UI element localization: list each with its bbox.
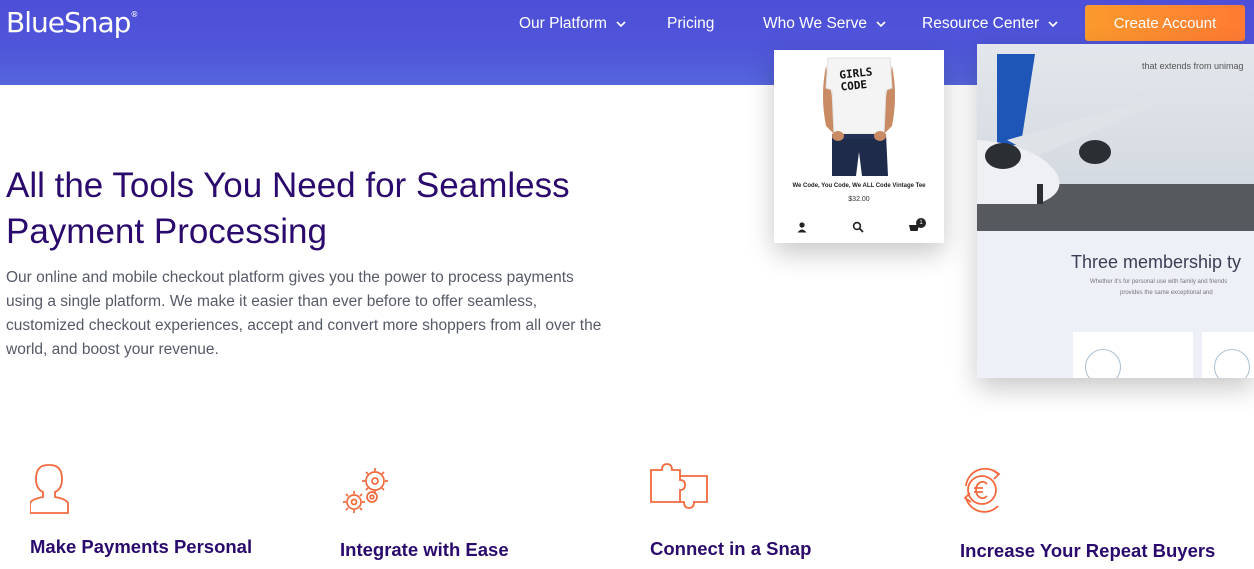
preview-plan-card <box>1202 332 1254 378</box>
feature-title: Make Payments Personal <box>30 536 253 557</box>
gears-icon <box>343 468 388 513</box>
nav-label: Resource Center <box>922 15 1040 32</box>
preview-membership-subtitle-1: Whether it's for personal use with famil… <box>1090 279 1228 285</box>
bluesnap-logo[interactable]: BlueSnap® <box>6 6 138 39</box>
hero-title-line-1: All the Tools You Need for Seamless <box>6 166 570 205</box>
nav-label: Our Platform <box>519 15 607 32</box>
hero-description: Our online and mobile checkout platform … <box>6 269 602 358</box>
nav-pricing[interactable]: Pricing <box>667 13 714 35</box>
nav-label: Who We Serve <box>763 15 867 32</box>
cart-count-badge: 1 <box>916 218 926 228</box>
feature-title: Connect in a Snap <box>650 538 812 559</box>
puzzle-icon <box>650 463 708 509</box>
euro-refresh-icon <box>963 467 1001 513</box>
website-preview-mockup: that extends from unimag Three membershi… <box>977 44 1254 378</box>
nav-our-platform[interactable]: Our Platform <box>519 13 627 35</box>
logo-registered-mark: ® <box>130 10 138 19</box>
preview-plan-card <box>1073 332 1193 378</box>
chevron-down-icon <box>1048 21 1058 28</box>
product-card-mockup: GIRLS CODE We Code, You Code, We ALL Cod… <box>774 50 944 243</box>
create-account-button[interactable]: Create Account <box>1085 5 1245 41</box>
feature-title: Integrate with Ease <box>340 539 509 560</box>
preview-membership-subtitle-2: provides the same exceptional and <box>1120 290 1213 296</box>
person-icon <box>30 464 69 514</box>
search-icon[interactable] <box>852 221 864 233</box>
feature-title: Increase Your Repeat Buyers <box>960 540 1216 561</box>
chevron-down-icon <box>616 21 626 28</box>
preview-membership-title: Three membership ty <box>1071 252 1242 272</box>
hero-title-line-2: Payment Processing <box>6 212 327 251</box>
product-price: $32.00 <box>848 196 870 203</box>
nav-resource-center[interactable]: Resource Center <box>922 13 1059 35</box>
hero-title: All the Tools You Need for Seamless Paym… <box>6 163 646 255</box>
nav-label: Pricing <box>667 15 715 32</box>
plan-icon-circle <box>1214 349 1250 378</box>
chevron-down-icon <box>876 21 886 28</box>
nav-who-we-serve[interactable]: Who We Serve <box>763 13 887 35</box>
jet-photo <box>977 44 1254 231</box>
logo-text: BlueSnap <box>6 6 131 39</box>
product-name: We Code, You Code, We ALL Code Vintage T… <box>792 183 926 189</box>
shirt-print: GIRLS CODE <box>839 65 874 93</box>
user-icon[interactable] <box>796 221 808 233</box>
plan-icon-circle <box>1085 349 1121 378</box>
preview-tagline: that extends from unimag <box>1142 61 1244 71</box>
